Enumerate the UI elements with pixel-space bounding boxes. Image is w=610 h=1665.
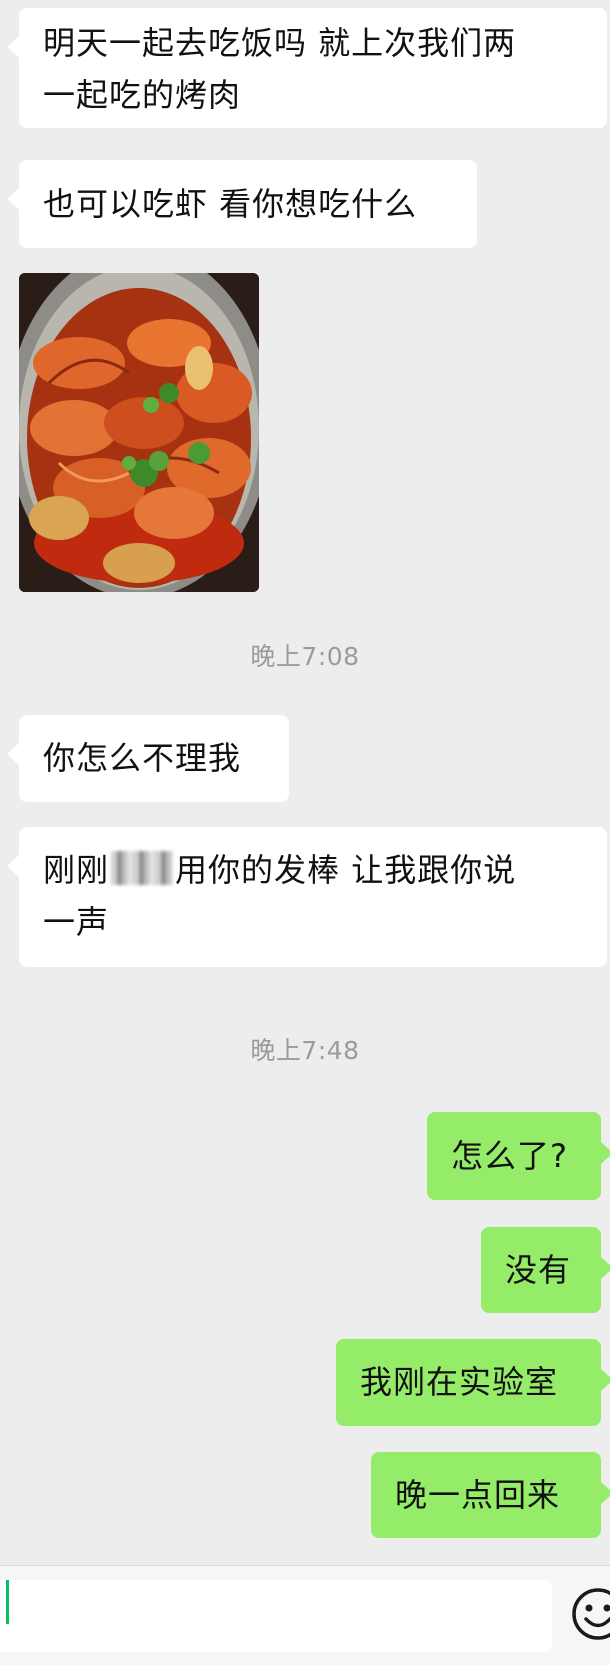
message-text-line: 刚刚 用你的发棒 让我跟你说 <box>43 844 583 896</box>
message-text-segment: 刚刚 <box>43 851 110 889</box>
food-photo-message[interactable] <box>19 273 259 592</box>
message-text-line: 一声 <box>43 903 110 941</box>
message-text-line: 一起吃的烤肉 <box>43 76 242 114</box>
redacted-text <box>111 851 174 885</box>
incoming-message[interactable]: 刚刚 用你的发棒 让我跟你说 一声 <box>7 827 607 967</box>
message-input-bar <box>0 1565 610 1665</box>
message-input[interactable] <box>0 1580 552 1652</box>
food-photo-icon <box>19 273 259 592</box>
message-text: 没有 <box>505 1251 572 1289</box>
message-text: 你怎么不理我 <box>43 739 242 777</box>
outgoing-message[interactable]: 晚一点回来 <box>371 1452 610 1538</box>
message-text-line: 明天一起去吃饭吗 就上次我们两 <box>43 24 517 62</box>
timestamp: 晚上7:48 <box>250 1036 360 1065</box>
message-text-segment: 用你的发棒 让我跟你说 <box>175 851 517 889</box>
outgoing-message[interactable]: 没有 <box>481 1227 610 1313</box>
incoming-message[interactable]: 明天一起去吃饭吗 就上次我们两 一起吃的烤肉 <box>7 8 607 128</box>
incoming-message[interactable]: 也可以吃虾 看你想吃什么 <box>7 160 477 248</box>
incoming-message[interactable]: 你怎么不理我 <box>7 715 289 802</box>
message-text: 也可以吃虾 看你想吃什么 <box>43 185 418 223</box>
chat-area: 明天一起去吃饭吗 就上次我们两 一起吃的烤肉 也可以吃虾 看你想吃什么 晚上7:… <box>0 0 610 1565</box>
outgoing-message[interactable]: 怎么了? <box>427 1112 610 1200</box>
text-cursor <box>6 1580 9 1624</box>
emoji-icon[interactable] <box>570 1586 610 1642</box>
message-text: 怎么了? <box>451 1137 568 1175</box>
message-text: 我刚在实验室 <box>360 1363 559 1401</box>
message-text: 晚一点回来 <box>395 1476 561 1514</box>
timestamp: 晚上7:08 <box>250 642 360 671</box>
outgoing-message[interactable]: 我刚在实验室 <box>336 1339 610 1426</box>
